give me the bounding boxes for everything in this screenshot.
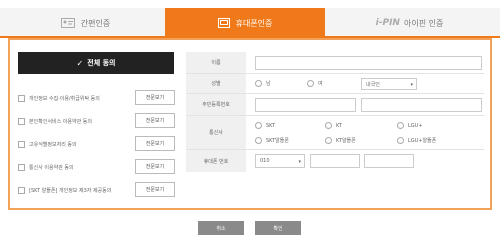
- agreement-checkbox[interactable]: [18, 163, 25, 171]
- radio-icon: [397, 122, 404, 129]
- view-full-text-button[interactable]: 전문보기: [135, 136, 175, 151]
- radio-icon: [255, 122, 262, 129]
- view-full-text-button[interactable]: 전문보기: [135, 159, 175, 174]
- checkmark-icon: ✓: [76, 58, 84, 68]
- agreement-label: 개인정보 수집·이용/취급위탁 동의: [29, 95, 100, 102]
- carrier-row: 통신사 SKT KT LGU+ SKT알뜰폰 KT알뜰폰 LGU+알뜰폰: [186, 116, 484, 150]
- phone-row: 휴대폰 번호 010 ▾: [186, 150, 484, 172]
- agreement-checkbox[interactable]: [18, 186, 25, 194]
- carrier-skt-label: SKT: [266, 122, 276, 129]
- tab-phone-auth[interactable]: 휴대폰인증: [165, 8, 325, 38]
- rrn-front-input[interactable]: [255, 98, 356, 112]
- gender-row: 성별 남 여 내국인 ▾: [186, 74, 484, 94]
- radio-icon: [325, 122, 332, 129]
- name-label: 이름: [186, 52, 246, 73]
- carrier-kt-mvno-label: KT알뜰폰: [336, 138, 356, 144]
- agreement-checkbox[interactable]: [18, 94, 25, 102]
- phone-last-input[interactable]: [364, 154, 414, 168]
- view-full-text-button[interactable]: 전문보기: [135, 90, 175, 105]
- carrier-skt-mvno-label: SKT알뜰폰: [266, 138, 289, 144]
- name-row: 이름: [186, 52, 484, 74]
- carrier-kt-radio[interactable]: KT: [325, 122, 342, 129]
- agreement-checkbox[interactable]: [18, 117, 25, 125]
- carrier-label: 통신사: [186, 116, 246, 149]
- radio-icon: [325, 137, 332, 144]
- rrn-label: 주민등록번호: [186, 94, 246, 115]
- carrier-skt-mvno-radio[interactable]: SKT알뜰폰: [255, 137, 289, 144]
- nationality-value: 내국인: [366, 81, 380, 88]
- agreement-label: [SKT 알뜰폰] 개인정보 제3자 제공동의: [29, 187, 112, 194]
- tab-simple-auth-label: 간편인증: [80, 18, 111, 28]
- phone-middle-input[interactable]: [310, 154, 360, 168]
- auth-tabs: 간편인증 휴대폰인증 i-PIN 아이핀 인증: [0, 8, 500, 38]
- tab-phone-auth-label: 휴대폰인증: [235, 18, 273, 28]
- agreement-label: 고유식별정보처리 동의: [29, 141, 77, 148]
- carrier-lgu-label: LGU+: [408, 122, 423, 129]
- cancel-button[interactable]: 취소: [198, 221, 244, 235]
- ipin-logo: i-PIN: [375, 18, 400, 28]
- radio-icon: [255, 80, 262, 87]
- view-full-text-button[interactable]: 전문보기: [135, 113, 175, 128]
- gender-male-radio[interactable]: 남: [255, 80, 271, 87]
- phone-label: 휴대폰 번호: [186, 150, 246, 172]
- gender-male-label: 남: [266, 81, 271, 87]
- chevron-down-icon: ▾: [298, 159, 301, 165]
- carrier-kt-mvno-radio[interactable]: KT알뜰폰: [325, 137, 356, 144]
- gender-female-radio[interactable]: 여: [307, 80, 323, 87]
- view-full-text-button[interactable]: 전문보기: [135, 182, 175, 197]
- phone-prefix-value: 010: [260, 158, 270, 164]
- agreement-checkbox[interactable]: [18, 140, 25, 148]
- confirm-button[interactable]: 확인: [255, 221, 301, 235]
- carrier-lgu-mvno-label: LGU+알뜰폰: [408, 138, 437, 144]
- rrn-row: 주민등록번호: [186, 94, 484, 116]
- radio-icon: [397, 137, 404, 144]
- carrier-kt-label: KT: [336, 122, 342, 129]
- agree-all-button[interactable]: ✓ 전체 동의: [18, 52, 174, 74]
- radio-icon: [307, 80, 314, 87]
- chevron-down-icon: ▾: [410, 82, 413, 88]
- gender-female-label: 여: [318, 81, 323, 87]
- carrier-lgu-radio[interactable]: LGU+: [397, 122, 423, 129]
- carrier-lgu-mvno-radio[interactable]: LGU+알뜰폰: [397, 137, 436, 144]
- radio-icon: [255, 137, 262, 144]
- tab-ipin-auth-label: 아이핀 인증: [403, 18, 444, 28]
- phone-prefix-select[interactable]: 010 ▾: [255, 154, 305, 168]
- carrier-skt-radio[interactable]: SKT: [255, 122, 275, 129]
- tab-ipin-auth[interactable]: i-PIN 아이핀 인증: [327, 8, 492, 38]
- agreement-label: 본인확인서비스 이용약관 동의: [29, 118, 92, 125]
- id-card-icon: [60, 18, 75, 28]
- gender-label: 성별: [186, 74, 246, 93]
- phone-icon: [217, 17, 230, 29]
- name-input[interactable]: [255, 56, 482, 70]
- agree-all-label: 전체 동의: [87, 59, 116, 67]
- rrn-back-input[interactable]: [361, 98, 482, 112]
- nationality-select[interactable]: 내국인 ▾: [361, 78, 417, 90]
- agreement-label: 통신사 이용약관 동의: [29, 164, 74, 171]
- tab-simple-auth[interactable]: 간편인증: [8, 8, 163, 38]
